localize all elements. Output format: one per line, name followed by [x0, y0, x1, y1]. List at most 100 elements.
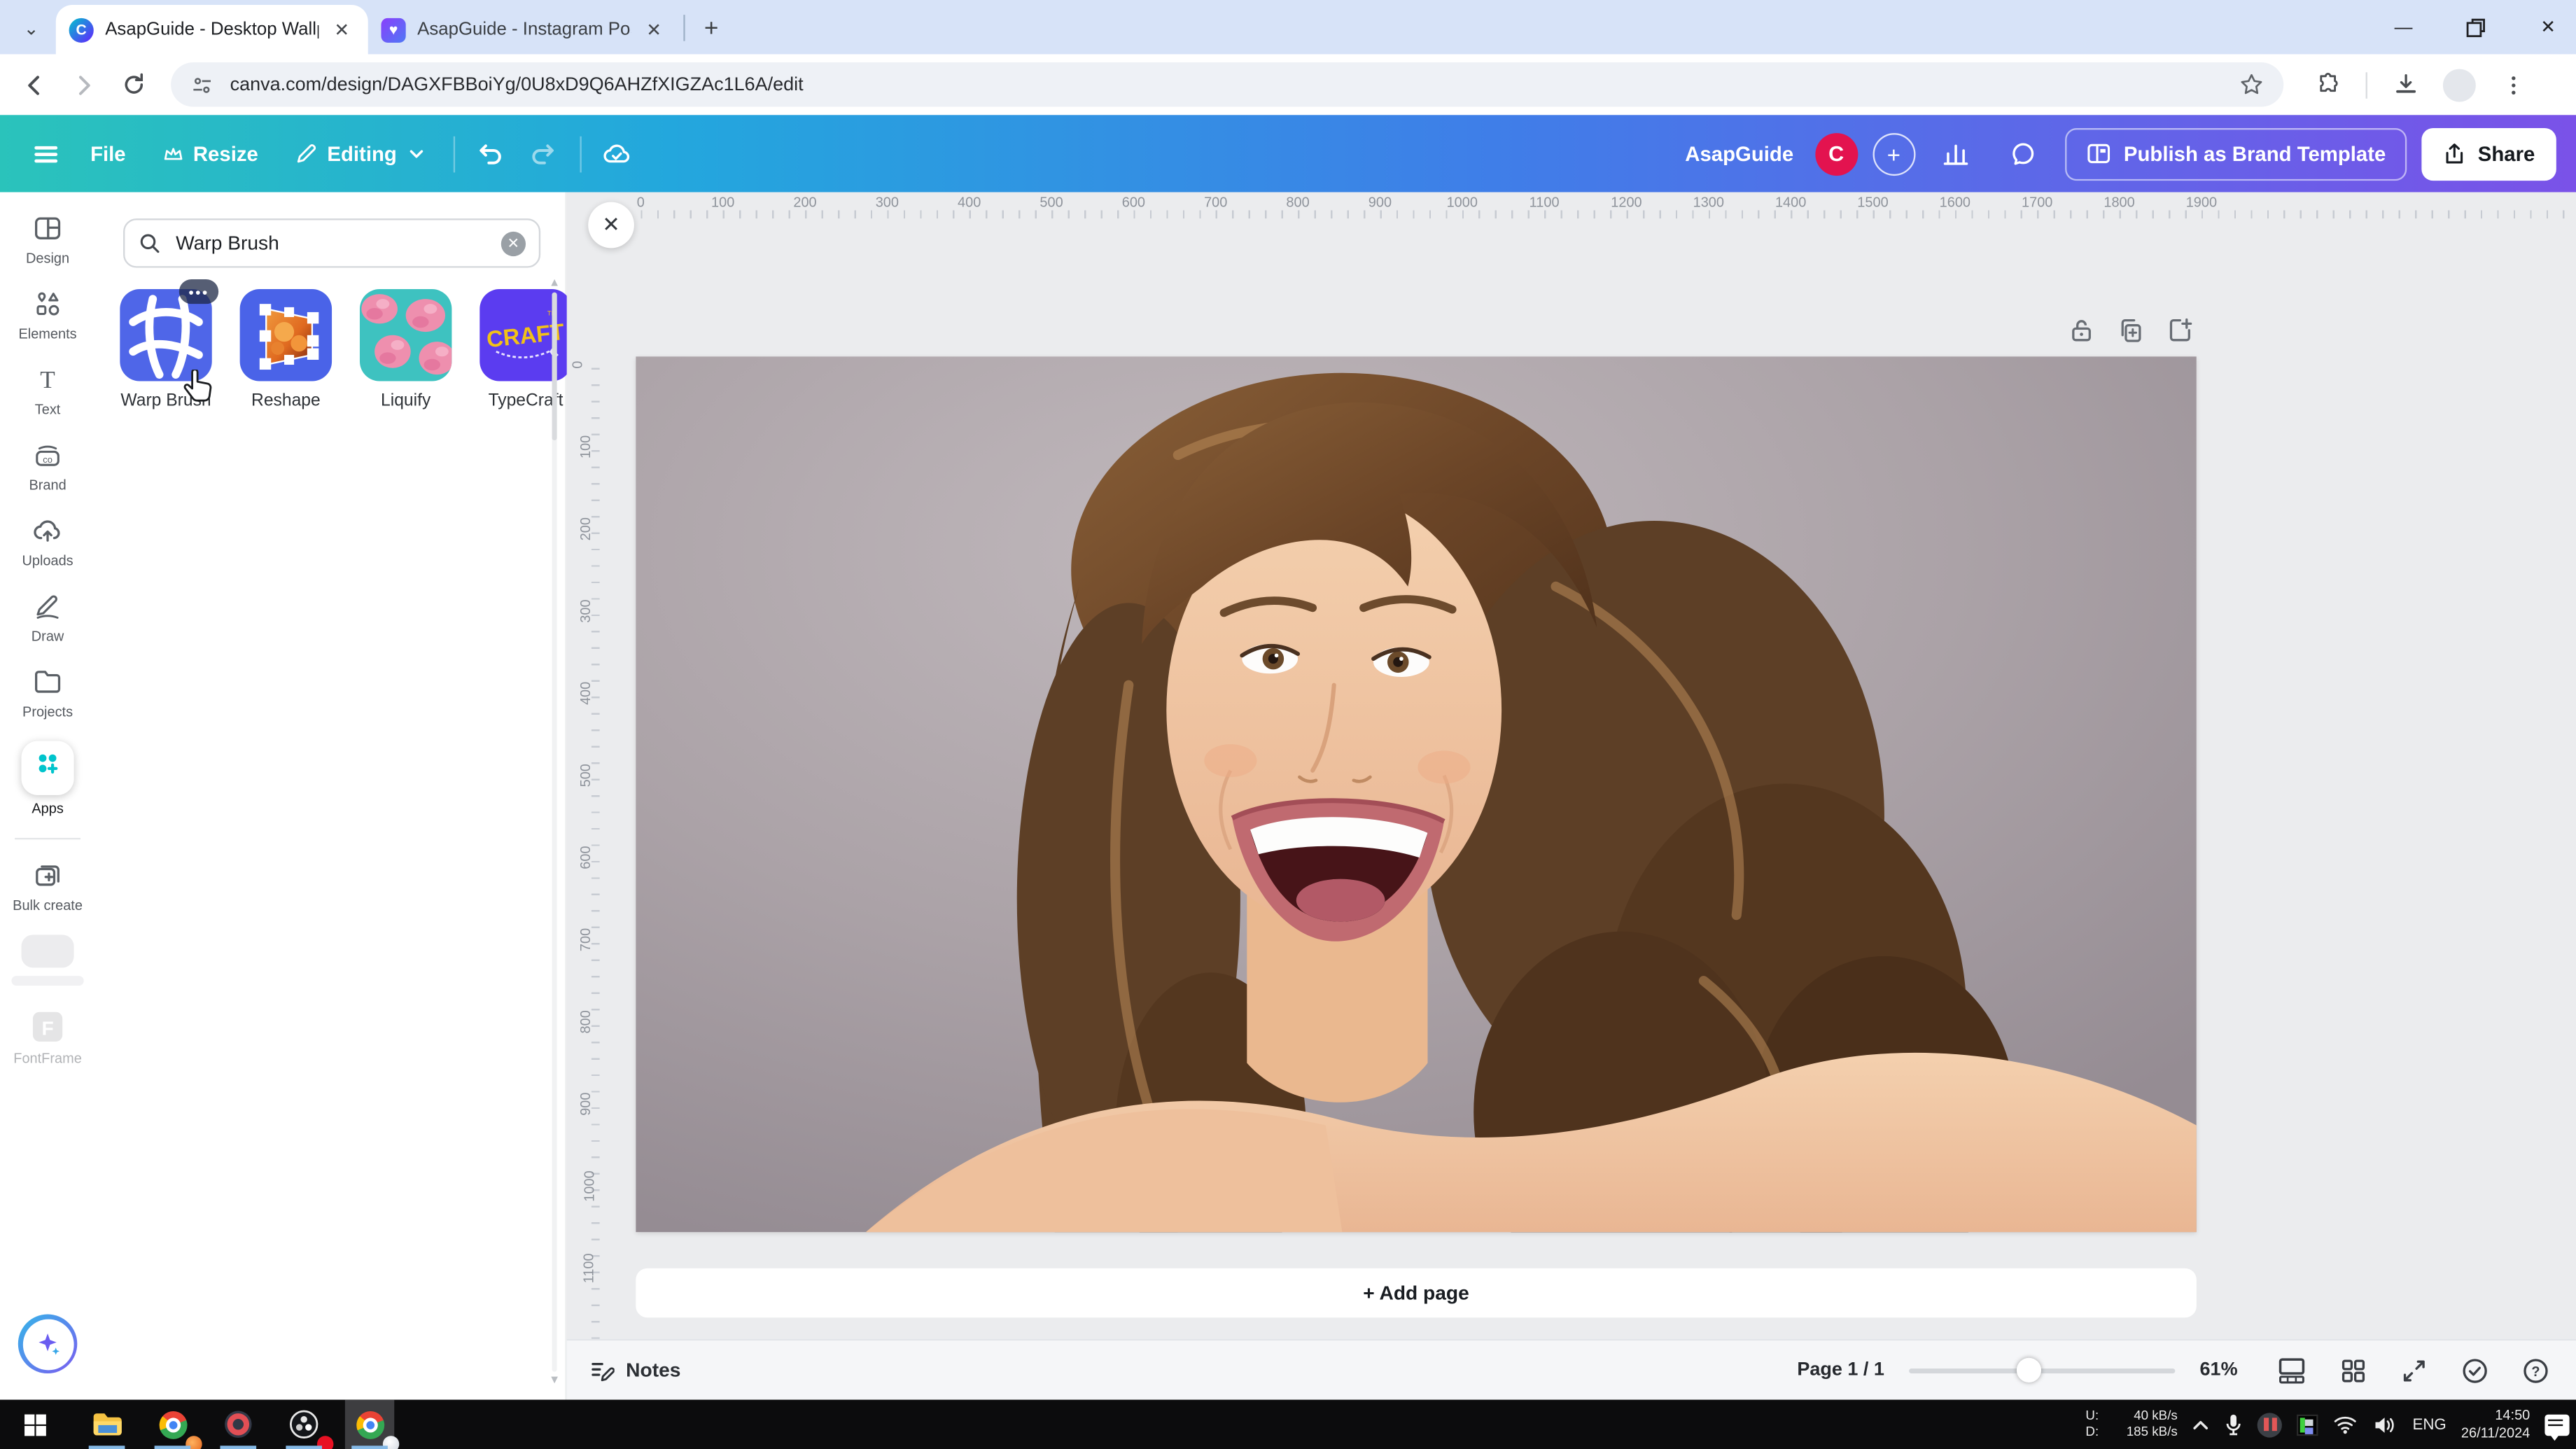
- notification-center-icon[interactable]: [2544, 1413, 2570, 1441]
- window-close-button[interactable]: ✕: [2533, 13, 2563, 42]
- share-button[interactable]: Share: [2421, 127, 2556, 180]
- recording-paused-icon[interactable]: [2258, 1412, 2283, 1437]
- browser-toolbar: canva.com/design/DAGXFBBoiYg/0U8xD9Q6AHZ…: [0, 54, 2576, 115]
- taskbar-opera-like-app[interactable]: [214, 1400, 262, 1449]
- taskbar-chrome-profile1[interactable]: [148, 1400, 202, 1449]
- scroll-up-icon[interactable]: ▲: [549, 278, 560, 289]
- new-tab-button[interactable]: +: [692, 8, 731, 48]
- search-input[interactable]: [172, 230, 490, 257]
- taskbar-file-explorer[interactable]: [82, 1400, 131, 1449]
- duplicate-page-icon[interactable]: [2118, 317, 2144, 344]
- draw-pen-icon: [36, 595, 59, 619]
- tab-close-icon[interactable]: ✕: [640, 16, 667, 43]
- main-menu-icon[interactable]: [20, 127, 72, 180]
- app-liquify[interactable]: Liquify: [355, 289, 457, 414]
- sidebar-item-draw[interactable]: Draw: [4, 590, 92, 644]
- redo-button[interactable]: [517, 127, 569, 180]
- clear-search-icon[interactable]: ✕: [500, 230, 526, 255]
- window-minimize-button[interactable]: —: [2388, 13, 2418, 42]
- tray-expand-chevron-icon[interactable]: [2192, 1415, 2211, 1434]
- window-restore-button[interactable]: [2461, 13, 2491, 42]
- reload-button[interactable]: [112, 63, 155, 106]
- site-settings-icon[interactable]: [190, 73, 214, 96]
- start-button[interactable]: [10, 1400, 59, 1449]
- scroll-down-icon[interactable]: ▼: [549, 1375, 560, 1386]
- profile-badge-icon: [186, 1436, 202, 1449]
- sidebar-item-brand[interactable]: co Brand: [4, 439, 92, 493]
- sidebar-item-uploads[interactable]: Uploads: [4, 514, 92, 568]
- tab-search-chevron-icon[interactable]: ⌄: [10, 6, 52, 49]
- url-text[interactable]: canva.com/design/DAGXFBBoiYg/0U8xD9Q6AHZ…: [230, 75, 2227, 94]
- present-view-icon[interactable]: [2274, 1352, 2310, 1389]
- sparkle-icon: [38, 1334, 59, 1355]
- taskbar-obs[interactable]: [279, 1400, 334, 1449]
- sidebar-item-design[interactable]: Design: [4, 212, 92, 266]
- system-tray: U: 40 kB/s D: 185 kB/s ENG 14:50 26/11/202…: [2085, 1400, 2570, 1449]
- workspace-name[interactable]: AsapGuide: [1685, 142, 1793, 165]
- fullscreen-icon[interactable]: [2395, 1352, 2432, 1389]
- sidebar-item-bulk-create[interactable]: Bulk create: [4, 859, 92, 913]
- toolbar-divider: [2365, 71, 2367, 98]
- tab-desktop-wallpaper[interactable]: C AsapGuide - Desktop Wallpape ✕: [55, 5, 368, 55]
- add-page-button[interactable]: + Add page: [636, 1268, 2197, 1318]
- back-button[interactable]: [13, 63, 56, 106]
- page-indicator: Page 1 / 1: [1797, 1360, 1884, 1380]
- app-reshape[interactable]: Reshape: [235, 289, 337, 414]
- volume-icon[interactable]: [2373, 1414, 2398, 1436]
- browser-menu-icon[interactable]: [2492, 63, 2535, 106]
- zoom-slider-thumb[interactable]: [2016, 1357, 2042, 1382]
- downloads-icon[interactable]: [2384, 63, 2426, 106]
- help-icon[interactable]: ?: [2517, 1352, 2554, 1389]
- editing-mode-dropdown[interactable]: Editing: [276, 127, 443, 180]
- system-monitor-icon[interactable]: [2297, 1413, 2319, 1436]
- topbar-separator: [452, 135, 454, 172]
- add-page-icon[interactable]: [2167, 317, 2194, 344]
- search-box[interactable]: ✕: [123, 218, 541, 268]
- panel-scrollbar[interactable]: ▲ ▼: [547, 278, 562, 1387]
- close-panel-button[interactable]: ✕: [588, 202, 634, 248]
- status-bar: Notes Page 1 / 1 61% ?: [566, 1338, 2576, 1400]
- design-page[interactable]: [636, 356, 2197, 1294]
- sidebar-item-apps[interactable]: Apps: [4, 741, 92, 816]
- lock-icon[interactable]: [2068, 317, 2095, 344]
- zoom-level[interactable]: 61%: [2200, 1360, 2249, 1380]
- language-indicator[interactable]: ENG: [2412, 1415, 2446, 1434]
- wifi-icon[interactable]: [2334, 1415, 2358, 1434]
- cloud-save-status-icon: [591, 127, 643, 180]
- zoom-slider[interactable]: [1909, 1357, 2176, 1382]
- profile-badge-icon: [382, 1436, 400, 1449]
- sidebar-item-projects[interactable]: Projects: [4, 666, 92, 720]
- canvas-area[interactable]: 0 100 200 300 400 500 600 700 800 900 1000 1100 1200…: [566, 192, 2576, 1400]
- canva-assistant-button[interactable]: [18, 1314, 78, 1374]
- taskbar-chrome-active[interactable]: [344, 1399, 400, 1449]
- check-circle-icon[interactable]: [2456, 1352, 2493, 1389]
- notes-button[interactable]: Notes: [590, 1358, 680, 1382]
- comments-icon[interactable]: [1997, 127, 2050, 180]
- screen: ⌄ C AsapGuide - Desktop Wallpape ✕ ♥ Asa…: [0, 0, 2576, 1449]
- grid-view-icon[interactable]: [2334, 1352, 2371, 1389]
- svg-text:F: F: [41, 1018, 53, 1040]
- profile-avatar[interactable]: [2442, 68, 2476, 102]
- address-bar[interactable]: canva.com/design/DAGXFBBoiYg/0U8xD9Q6AHZ…: [171, 62, 2284, 107]
- publish-brand-template-button[interactable]: Publish as Brand Template: [2064, 127, 2407, 180]
- microphone-icon[interactable]: [2225, 1412, 2244, 1436]
- sidebar: Design Elements T Text co Brand Uploads …: [0, 192, 96, 1400]
- sidebar-item-fontframe[interactable]: F FontFrame: [4, 1009, 92, 1066]
- forward-button[interactable]: [62, 63, 105, 106]
- browser-titlebar: ⌄ C AsapGuide - Desktop Wallpape ✕ ♥ Asa…: [0, 0, 2576, 55]
- insights-icon[interactable]: [1930, 127, 1982, 180]
- file-menu[interactable]: File: [72, 127, 144, 180]
- undo-button[interactable]: [464, 127, 517, 180]
- user-avatar[interactable]: C: [1814, 132, 1858, 175]
- clock[interactable]: 14:50 26/11/2024: [2461, 1406, 2530, 1443]
- add-member-button[interactable]: +: [1872, 132, 1915, 175]
- extensions-icon[interactable]: [2306, 63, 2349, 106]
- bookmark-star-icon[interactable]: [2239, 72, 2264, 97]
- resize-button[interactable]: Resize: [144, 127, 276, 180]
- tab-instagram-post[interactable]: ♥ AsapGuide - Instagram Post ✕: [368, 5, 680, 54]
- sidebar-item-elements[interactable]: Elements: [4, 288, 92, 342]
- sidebar-item-text[interactable]: T Text: [4, 363, 92, 417]
- app-more-options-icon[interactable]: •••: [178, 279, 219, 304]
- fontframe-icon: F: [32, 1011, 63, 1042]
- tab-close-icon[interactable]: ✕: [328, 16, 355, 43]
